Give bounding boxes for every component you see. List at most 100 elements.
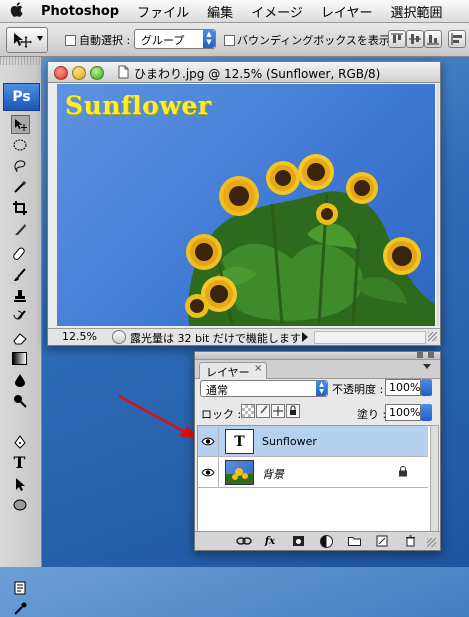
- lock-pixels-brush-icon: [260, 405, 268, 414]
- notes-tool-icon[interactable]: [11, 579, 28, 596]
- menu-edit[interactable]: 編集: [198, 2, 242, 21]
- fill-input[interactable]: 100%: [385, 404, 421, 421]
- menu-app-name[interactable]: Photoshop: [32, 4, 128, 19]
- document-title-bar[interactable]: ひまわり.jpg @ 12.5% (Sunflower, RGB/8): [48, 62, 440, 83]
- crop-tool-icon[interactable]: [11, 199, 28, 216]
- blend-mode-dropdown[interactable]: 通常 ▲ ▼: [200, 380, 328, 397]
- eraser-tool-icon[interactable]: [11, 329, 28, 346]
- tab-layers[interactable]: レイヤー ×: [199, 362, 267, 379]
- panel-title-strip[interactable]: [195, 352, 440, 360]
- folder-icon[interactable]: [345, 534, 363, 548]
- resize-grip-icon[interactable]: [428, 332, 437, 341]
- move-tool-icon[interactable]: [11, 115, 30, 134]
- magic-wand-tool-icon[interactable]: [11, 178, 28, 195]
- layer-visibility-toggle[interactable]: [198, 457, 219, 487]
- blend-mode-value: 通常: [206, 384, 228, 397]
- menu-select[interactable]: 選択範囲: [382, 2, 452, 21]
- menu-bar: Photoshop ファイル 編集 イメージ レイヤー 選択範囲: [0, 0, 469, 23]
- lock-image-pixels-button[interactable]: [256, 404, 270, 418]
- lock-all-icon: [290, 405, 296, 415]
- layers-scrollbar[interactable]: [430, 425, 439, 532]
- document-window: ひまわり.jpg @ 12.5% (Sunflower, RGB/8) Sunf…: [47, 61, 441, 346]
- fx-icon[interactable]: fx: [261, 534, 279, 548]
- lock-position-icon: [273, 406, 283, 416]
- document-status-bar: 12.5% 露光量は 32 bit だけで機能します: [48, 328, 440, 345]
- dropdown-stepper-icon: ▲ ▼: [203, 30, 215, 48]
- adjustment-icon[interactable]: [317, 534, 335, 548]
- move-tool-icon: [14, 33, 32, 48]
- layer-visibility-toggle[interactable]: [198, 426, 219, 456]
- apple-icon[interactable]: [0, 1, 32, 21]
- close-window-button[interactable]: [54, 66, 68, 80]
- tab-close-icon[interactable]: ×: [254, 363, 262, 374]
- bounding-box-checkbox[interactable]: [224, 35, 235, 46]
- image-layer-thumbnail: [225, 460, 254, 485]
- bounding-box-label: バウンディングボックスを表示: [237, 34, 390, 47]
- align-bottom-button[interactable]: [424, 30, 442, 48]
- pen-tool-icon[interactable]: [11, 433, 28, 450]
- new-layer-icon[interactable]: [373, 534, 391, 548]
- brush-tool-icon[interactable]: [11, 266, 28, 283]
- clone-stamp-tool-icon[interactable]: [11, 287, 28, 304]
- align-middle-icon: [409, 34, 421, 44]
- auto-select-checkbox[interactable]: [65, 35, 76, 46]
- align-top-button[interactable]: [388, 30, 406, 48]
- opacity-value: 100%: [389, 381, 421, 394]
- panel-menu-icon[interactable]: [423, 364, 431, 369]
- eye-icon: [201, 437, 215, 445]
- dodge-tool-icon[interactable]: [11, 392, 28, 409]
- eye-icon: [201, 468, 215, 476]
- menu-layer[interactable]: レイヤー: [312, 2, 382, 21]
- image-canvas[interactable]: Sunflower: [57, 84, 435, 326]
- sunflower-thumbnail-icon: [226, 468, 253, 484]
- history-brush-tool-icon[interactable]: [11, 308, 28, 325]
- link-icon[interactable]: [235, 534, 253, 548]
- type-tool-icon[interactable]: T: [11, 453, 28, 472]
- auto-select-dropdown[interactable]: グループ ▲ ▼: [134, 29, 216, 49]
- marquee-tool-icon[interactable]: [11, 136, 28, 153]
- panel-close-icon[interactable]: [417, 352, 423, 358]
- dropdown-stepper-icon: ▲ ▼: [316, 381, 327, 396]
- vertical-scrollbar-track[interactable]: [437, 84, 439, 326]
- panel-resize-grip-icon[interactable]: [427, 538, 436, 547]
- menu-file[interactable]: ファイル: [128, 2, 198, 21]
- fill-value: 100%: [389, 406, 421, 419]
- horizontal-scrollbar-track[interactable]: [314, 331, 426, 344]
- palette-grip[interactable]: [0, 57, 41, 65]
- align-middle-button[interactable]: [406, 30, 424, 48]
- layer-row-sunflower[interactable]: T Sunflower: [198, 426, 428, 457]
- mask-icon[interactable]: [289, 534, 307, 548]
- align-left-button[interactable]: [448, 30, 466, 48]
- slice-tool-icon[interactable]: [11, 220, 28, 237]
- auto-select-value: グループ: [141, 34, 185, 47]
- zoom-level[interactable]: 12.5%: [62, 330, 97, 343]
- menu-image[interactable]: イメージ: [242, 2, 312, 21]
- status-expand-arrow-icon[interactable]: [302, 332, 308, 342]
- opacity-slider-button[interactable]: [421, 379, 432, 396]
- trash-icon[interactable]: [401, 534, 419, 548]
- minimize-window-button[interactable]: [72, 66, 86, 80]
- lock-transparent-pixels-button[interactable]: [241, 404, 255, 418]
- lock-label: ロック :: [201, 408, 242, 421]
- path-selection-tool-icon[interactable]: [11, 475, 28, 492]
- lock-all-button[interactable]: [286, 404, 300, 418]
- layer-lock-icon: [399, 466, 407, 477]
- document-proxy-icon[interactable]: [118, 65, 129, 79]
- align-top-icon: [391, 33, 403, 43]
- shape-tool-icon[interactable]: [11, 496, 28, 513]
- panel-collapse-icon[interactable]: [428, 352, 434, 358]
- lasso-tool-icon[interactable]: [11, 157, 28, 174]
- status-menu-icon[interactable]: [112, 330, 126, 344]
- opacity-label: 不透明度 :: [332, 383, 384, 396]
- blur-tool-icon[interactable]: [11, 371, 28, 388]
- lock-position-button[interactable]: [271, 404, 285, 418]
- fill-slider-button[interactable]: [421, 404, 432, 421]
- photoshop-logo[interactable]: Ps: [3, 83, 40, 111]
- eyedropper-tool-icon[interactable]: [11, 600, 28, 617]
- zoom-window-button[interactable]: [90, 66, 104, 80]
- layer-row-background[interactable]: 背景: [198, 457, 428, 488]
- opacity-input[interactable]: 100%: [385, 379, 421, 396]
- gradient-tool-icon[interactable]: [11, 350, 28, 367]
- healing-brush-tool-icon[interactable]: [11, 245, 28, 262]
- tool-preset-picker[interactable]: [6, 27, 48, 53]
